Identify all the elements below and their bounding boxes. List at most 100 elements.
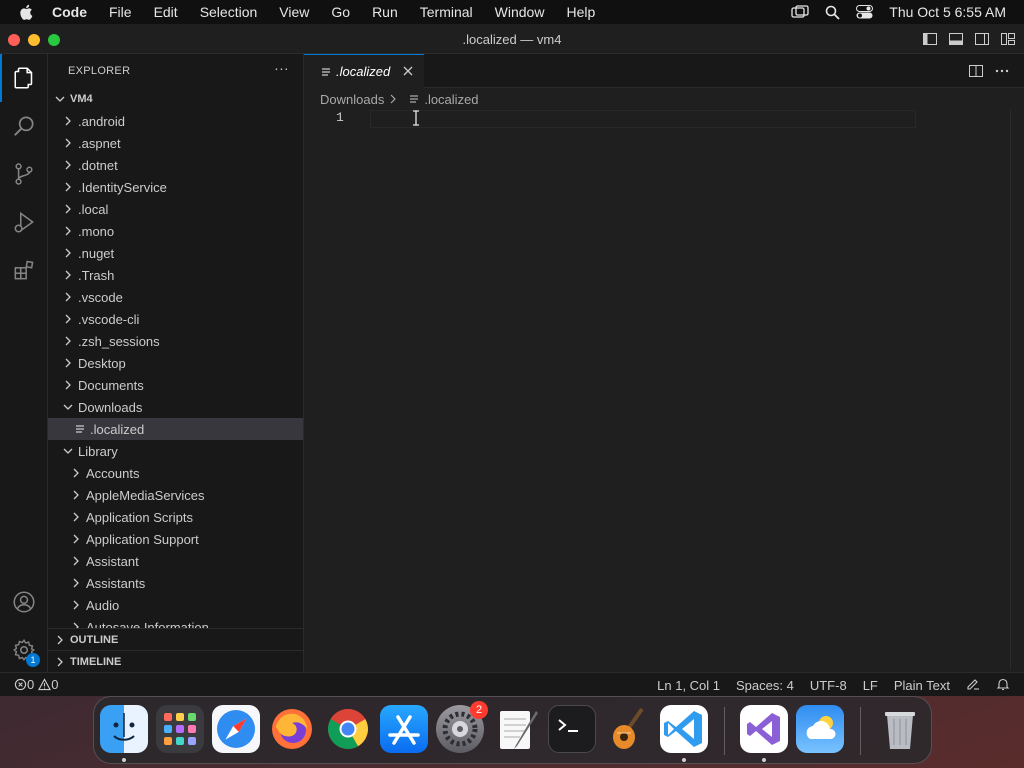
vertical-scrollbar[interactable]	[1010, 110, 1024, 670]
explorer-folder-item[interactable]: Assistant	[48, 550, 303, 572]
menu-file[interactable]: File	[98, 4, 143, 20]
explorer-folder-item[interactable]: .IdentityService	[48, 176, 303, 198]
explorer-folder-item[interactable]: .vscode-cli	[48, 308, 303, 330]
breadcrumb: Downloads .localized	[304, 88, 1024, 110]
launchpad-icon[interactable]	[156, 705, 204, 753]
menu-edit[interactable]: Edit	[143, 4, 189, 20]
explorer-file-item[interactable]: .localized	[48, 418, 303, 440]
explorer-folder-item[interactable]: .vscode	[48, 286, 303, 308]
status-bar: 0 0 Ln 1, Col 1 Spaces: 4 UTF-8 LF Plain…	[0, 672, 1024, 696]
safari-icon[interactable]	[212, 705, 260, 753]
timeline-section[interactable]: TIMELINE	[48, 650, 303, 672]
explorer-folder-item[interactable]: Desktop	[48, 352, 303, 374]
outline-section[interactable]: OUTLINE	[48, 628, 303, 650]
explorer-folder-item[interactable]: .Trash	[48, 264, 303, 286]
explorer-folder-item[interactable]: .nuget	[48, 242, 303, 264]
explorer-folder-item[interactable]: Accounts	[48, 462, 303, 484]
explorer-folder-item[interactable]: Documents	[48, 374, 303, 396]
close-tab-icon[interactable]	[402, 65, 414, 77]
toggle-secondary-sidebar-icon[interactable]	[974, 31, 990, 47]
explorer-folder-item[interactable]: .android	[48, 110, 303, 132]
editor-more-actions-icon[interactable]	[994, 63, 1010, 79]
current-line-highlight	[370, 110, 916, 128]
explorer-item-label: Accounts	[86, 465, 140, 481]
weather-icon[interactable]	[796, 705, 844, 753]
split-editor-icon[interactable]	[968, 63, 984, 79]
explorer-icon[interactable]	[0, 54, 48, 102]
apple-logo-icon[interactable]	[18, 3, 36, 21]
explorer-folder-item[interactable]: Downloads	[48, 396, 303, 418]
menu-help[interactable]: Help	[555, 4, 606, 20]
terminal-icon[interactable]	[548, 705, 596, 753]
problems-status[interactable]: 0 0	[14, 677, 62, 692]
visual-studio-running-indicator	[762, 758, 766, 762]
explorer-folder-item[interactable]: Assistants	[48, 572, 303, 594]
vscode-window: .localized — vm4 1 EXPLORER ··· VM4 .and…	[0, 24, 1024, 696]
toggle-panel-icon[interactable]	[948, 31, 964, 47]
end-of-line[interactable]: LF	[863, 678, 878, 693]
tab-localized[interactable]: .localized	[304, 54, 424, 88]
app-store-icon[interactable]	[380, 705, 428, 753]
menu-terminal[interactable]: Terminal	[409, 4, 484, 20]
code-editor[interactable]: 1	[304, 110, 1024, 670]
menu-run[interactable]: Run	[361, 4, 409, 20]
chevron-right-icon	[73, 556, 79, 566]
feedback-icon[interactable]	[966, 677, 980, 694]
cursor-position[interactable]: Ln 1, Col 1	[657, 678, 720, 693]
explorer-folder-item[interactable]: AppleMediaServices	[48, 484, 303, 506]
explorer-folder-item[interactable]: Application Scripts	[48, 506, 303, 528]
timeline-label: TIMELINE	[70, 655, 122, 668]
toggle-primary-sidebar-icon[interactable]	[922, 31, 938, 47]
screen-mirroring-icon[interactable]	[791, 5, 809, 19]
breadcrumb-downloads[interactable]: Downloads	[320, 92, 384, 107]
breadcrumb-localized[interactable]: .localized	[424, 92, 478, 107]
menu-go[interactable]: Go	[320, 4, 361, 20]
explorer-folder-item[interactable]: Application Support	[48, 528, 303, 550]
firefox-icon[interactable]	[268, 705, 316, 753]
extensions-icon[interactable]	[0, 246, 48, 294]
menu-window[interactable]: Window	[484, 4, 556, 20]
trash-icon[interactable]	[876, 705, 924, 753]
customize-layout-icon[interactable]	[1000, 31, 1016, 47]
notifications-bell-icon[interactable]	[996, 677, 1010, 694]
finder-icon[interactable]	[100, 705, 148, 753]
menu-selection[interactable]: Selection	[189, 4, 269, 20]
menu-view[interactable]: View	[268, 4, 320, 20]
visual-studio-icon[interactable]	[740, 705, 788, 753]
workspace-root-vm4[interactable]: VM4	[48, 88, 303, 110]
language-mode[interactable]: Plain Text	[894, 678, 950, 693]
settings-gear-icon[interactable]: 1	[0, 626, 48, 674]
source-control-icon[interactable]	[0, 150, 48, 198]
activity-bar: 1	[0, 54, 48, 672]
spotlight-search-icon[interactable]	[825, 5, 840, 20]
chrome-icon[interactable]	[324, 705, 372, 753]
vscode-icon[interactable]	[660, 705, 708, 753]
file-encoding[interactable]: UTF-8	[810, 678, 847, 693]
explorer-item-label: .android	[78, 113, 125, 129]
explorer-folder-item[interactable]: .aspnet	[48, 132, 303, 154]
explorer-item-label: Assistant	[86, 553, 139, 569]
garageband-icon[interactable]	[604, 705, 652, 753]
control-center-icon[interactable]	[856, 5, 874, 19]
explorer-folder-item[interactable]: .dotnet	[48, 154, 303, 176]
explorer-folder-item[interactable]: .zsh_sessions	[48, 330, 303, 352]
explorer-tree: VM4 .android .aspnet .dotnet .IdentityServi…	[48, 88, 303, 628]
run-debug-icon[interactable]	[0, 198, 48, 246]
textedit-icon[interactable]	[492, 705, 540, 753]
account-icon[interactable]	[0, 578, 48, 626]
search-icon[interactable]	[0, 102, 48, 150]
explorer-folder-item[interactable]: Autosave Information	[48, 616, 303, 628]
explorer-folder-item[interactable]: Library	[48, 440, 303, 462]
chevron-right-icon	[73, 534, 79, 544]
explorer-folder-item[interactable]: .local	[48, 198, 303, 220]
explorer-sidebar: EXPLORER ··· VM4 .android .aspnet .dotnet.…	[48, 54, 304, 672]
plain-text-file-icon	[322, 67, 330, 76]
menu-bar-clock[interactable]: Thu Oct 5 6:55 AM	[889, 4, 1006, 20]
indentation-setting[interactable]: Spaces: 4	[736, 678, 794, 693]
workspace-root-label: VM4	[70, 93, 93, 105]
explorer-more-actions-icon[interactable]: ···	[274, 60, 289, 76]
explorer-item-label: .dotnet	[78, 157, 118, 173]
explorer-folder-item[interactable]: .mono	[48, 220, 303, 242]
explorer-folder-item[interactable]: Audio	[48, 594, 303, 616]
menu-app-name[interactable]: Code	[50, 4, 98, 20]
